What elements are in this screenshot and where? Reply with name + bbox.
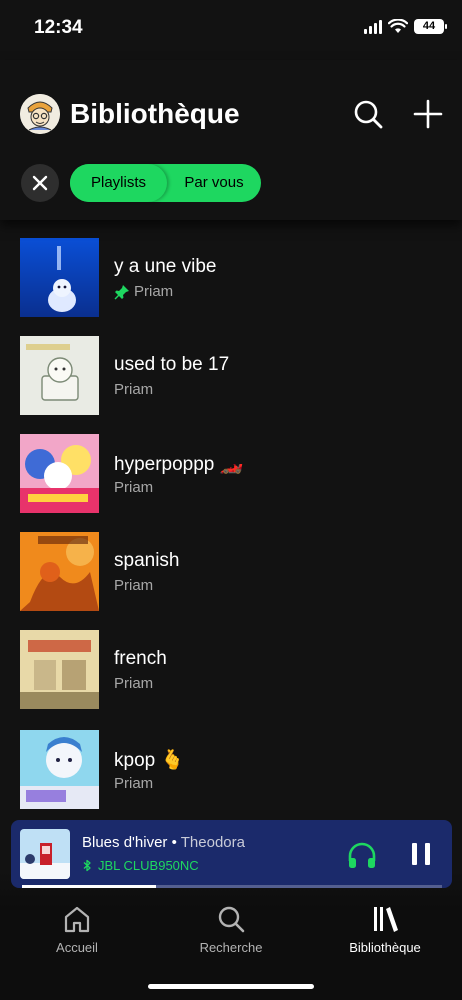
pin-icon [114, 284, 129, 299]
library-icon [374, 907, 398, 932]
search-icon[interactable] [352, 98, 384, 130]
now-playing-bar[interactable]: Blues d'hiver • Theodora JBL CLUB950NC [11, 820, 452, 888]
nav-library[interactable]: Bibliothèque [320, 904, 450, 955]
list-item[interactable]: hyperpoppp 🏎️ Priam [0, 434, 462, 518]
list-item[interactable]: y a une vibe Priam [0, 238, 462, 322]
home-icon [64, 906, 90, 933]
playlist-cover [20, 238, 99, 317]
playback-progress-fill [22, 885, 157, 888]
playback-progress-bar[interactable] [22, 885, 442, 888]
connected-device[interactable]: JBL CLUB950NC [82, 858, 199, 873]
page-title: Bibliothèque [70, 98, 240, 129]
nav-library-label: Bibliothèque [349, 940, 421, 955]
now-playing-title: Blues d'hiver • Theodora [82, 834, 245, 851]
bottom-navigation: Accueil Recherche Bibliothèque [0, 870, 462, 1000]
plus-icon[interactable] [412, 98, 444, 130]
playlist-title: y a une vibe [114, 256, 217, 277]
status-icons: 44 [364, 19, 447, 34]
playlist-subtitle: Priam [114, 479, 153, 496]
playlist-cover [20, 630, 99, 709]
playlist-owner: Priam [114, 675, 154, 692]
list-item[interactable]: french Priam [0, 630, 462, 714]
now-playing-track: Blues d'hiver [82, 834, 168, 851]
battery-icon: 44 [414, 19, 447, 34]
filter-chip-par-vous[interactable]: Par vous [167, 164, 261, 202]
nav-search[interactable]: Recherche [166, 904, 296, 955]
nav-home-label: Accueil [56, 940, 98, 955]
list-item[interactable]: kpop 🫰 Priam [0, 730, 462, 814]
playlist-cover [20, 532, 99, 611]
cellular-signal-icon [364, 19, 382, 34]
playlist-title: hyperpoppp 🏎️ [114, 454, 244, 475]
list-item[interactable]: spanish Priam [0, 532, 462, 616]
bluetooth-icon [83, 859, 91, 872]
avatar-illustration [20, 94, 60, 134]
playlist-title: kpop 🫰 [114, 750, 185, 771]
playlist-cover [20, 730, 99, 809]
playlist-cover [20, 336, 99, 415]
close-icon [32, 175, 48, 191]
nav-home[interactable]: Accueil [12, 904, 142, 955]
playlist-owner: Priam [114, 479, 154, 496]
clear-filters-button[interactable] [21, 164, 59, 202]
nav-search-label: Recherche [199, 940, 263, 955]
home-indicator [148, 984, 314, 989]
wifi-icon [388, 19, 408, 33]
headphones-icon[interactable] [346, 839, 378, 871]
playlist-subtitle: Priam [114, 775, 153, 792]
list-item[interactable]: used to be 17 Priam [0, 336, 462, 420]
now-playing-artist: Theodora [180, 834, 245, 851]
status-time: 12:34 [34, 17, 83, 38]
playlist-title: used to be 17 [114, 354, 230, 375]
pause-icon[interactable] [410, 842, 432, 866]
playlist-owner: Priam [114, 381, 154, 398]
device-name: JBL CLUB950NC [98, 858, 199, 873]
library-header: Bibliothèque Playlists Par vous [0, 60, 462, 220]
playlist-owner: Priam [114, 775, 154, 792]
playlist-title: spanish [114, 550, 180, 571]
playlist-subtitle: Priam [114, 675, 153, 692]
playlist-owner: Priam [134, 283, 174, 300]
search-icon [218, 906, 245, 933]
filter-chip-playlists[interactable]: Playlists [70, 164, 167, 202]
playlist-owner: Priam [114, 577, 154, 594]
playlist-subtitle: Priam [114, 283, 173, 300]
playlist-title: french [114, 648, 167, 669]
status-bar: 12:34 44 [0, 0, 462, 60]
playlist-subtitle: Priam [114, 381, 153, 398]
filter-chip-group: Playlists Par vous [70, 164, 261, 202]
now-playing-artwork [20, 829, 70, 879]
profile-avatar[interactable] [20, 94, 60, 134]
playlist-cover [20, 434, 99, 513]
title-separator: • [167, 834, 181, 851]
playlist-subtitle: Priam [114, 577, 153, 594]
